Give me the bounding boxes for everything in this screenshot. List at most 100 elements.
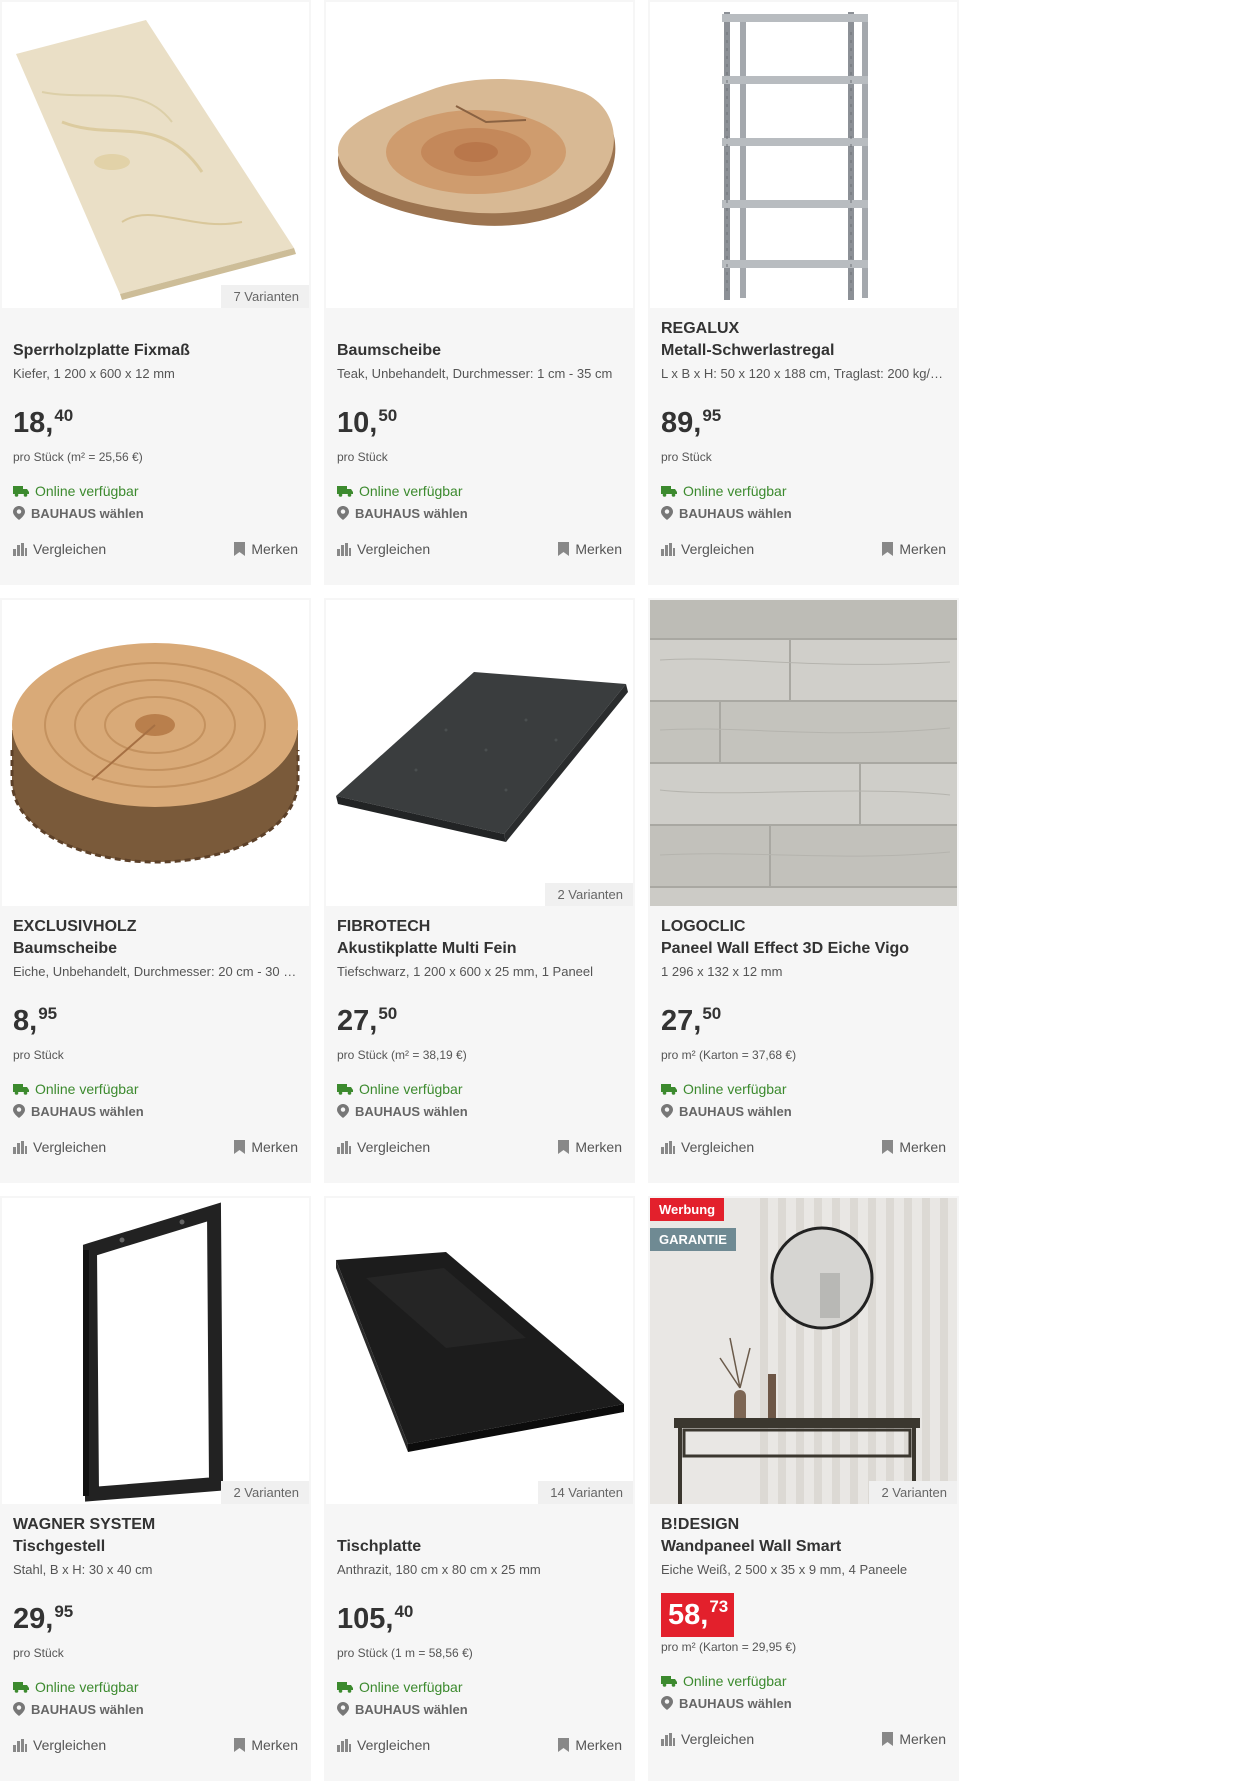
remember-label: Merken: [899, 541, 946, 557]
card-actions: Vergleichen Merken: [661, 539, 946, 559]
product-image[interactable]: 2 Varianten: [326, 600, 633, 906]
oak-slice-image: [10, 643, 300, 864]
product-card[interactable]: 14 Varianten Tischplatte Anthrazit, 180 …: [324, 1196, 635, 1781]
compare-button[interactable]: Vergleichen: [661, 1731, 754, 1747]
unit-price: pro m² (Karton = 37,68 €): [661, 1048, 797, 1062]
compare-button[interactable]: Vergleichen: [661, 1139, 754, 1155]
remember-button[interactable]: Merken: [882, 1139, 946, 1155]
store-select[interactable]: BAUHAUS wählen: [661, 1693, 946, 1713]
product-image[interactable]: 7 Varianten: [2, 2, 309, 308]
truck-icon: [661, 1084, 677, 1095]
product-image[interactable]: [2, 600, 309, 906]
store-select[interactable]: BAUHAUS wählen: [337, 1101, 622, 1121]
availability-online: Online verfügbar: [337, 1079, 622, 1099]
product-card[interactable]: REGALUX Metall-Schwerlastregal L x B x H…: [648, 0, 959, 585]
product-card[interactable]: 7 Varianten Sperrholzplatte Fixmaß Kiefe…: [0, 0, 311, 585]
product-card[interactable]: Baumscheibe Teak, Unbehandelt, Durchmess…: [324, 0, 635, 585]
product-card[interactable]: Werbung GARANTIE 2 Varianten B!DESIGN Wa…: [648, 1196, 959, 1781]
store-label: BAUHAUS wählen: [679, 1695, 792, 1711]
store-select[interactable]: BAUHAUS wählen: [13, 1101, 298, 1121]
product-brand: LOGOCLIC: [661, 918, 746, 935]
truck-icon: [337, 1682, 353, 1693]
compare-button[interactable]: Vergleichen: [337, 1737, 430, 1753]
remember-button[interactable]: Merken: [234, 1737, 298, 1753]
compare-button[interactable]: Vergleichen: [13, 541, 106, 557]
product-image[interactable]: 14 Varianten: [326, 1198, 633, 1504]
compare-label: Vergleichen: [33, 541, 107, 557]
remember-button[interactable]: Merken: [882, 1731, 946, 1747]
price-main: 8: [13, 1005, 30, 1037]
product-card[interactable]: LOGOCLIC Paneel Wall Effect 3D Eiche Vig…: [648, 598, 959, 1183]
availability-online: Online verfügbar: [337, 1677, 622, 1697]
product-image[interactable]: Werbung GARANTIE 2 Varianten: [650, 1198, 957, 1504]
price-main: 58: [668, 1599, 701, 1631]
bar-chart-icon: [13, 542, 27, 556]
compare-label: Vergleichen: [357, 1139, 431, 1155]
compare-button[interactable]: Vergleichen: [13, 1737, 106, 1753]
remember-button[interactable]: Merken: [558, 1737, 622, 1753]
product-name[interactable]: Paneel Wall Effect 3D Eiche Vigo: [661, 938, 946, 960]
product-name[interactable]: Baumscheibe: [337, 340, 622, 362]
compare-button[interactable]: Vergleichen: [13, 1139, 106, 1155]
store-select[interactable]: BAUHAUS wählen: [661, 503, 946, 523]
truck-icon: [13, 1084, 29, 1095]
card-actions: Vergleichen Merken: [661, 1137, 946, 1157]
bookmark-icon: [234, 1738, 246, 1752]
compare-label: Vergleichen: [681, 1139, 755, 1155]
remember-button[interactable]: Merken: [234, 1139, 298, 1155]
availability-online: Online verfügbar: [337, 481, 622, 501]
remember-label: Merken: [575, 1737, 622, 1753]
online-label: Online verfügbar: [359, 483, 463, 499]
store-select[interactable]: BAUHAUS wählen: [337, 1699, 622, 1719]
product-price: 27, 50: [661, 1004, 722, 1037]
unit-price: pro Stück (m² = 25,56 €): [13, 450, 143, 464]
price-main: 105: [337, 1603, 386, 1635]
store-select[interactable]: BAUHAUS wählen: [337, 503, 622, 523]
location-pin-icon: [13, 506, 25, 520]
price-cents: 40: [54, 406, 74, 425]
remember-button[interactable]: Merken: [558, 541, 622, 557]
store-select[interactable]: BAUHAUS wählen: [13, 503, 298, 523]
teak-slice-image: [337, 79, 616, 226]
bookmark-icon: [234, 1140, 246, 1154]
product-name[interactable]: Akustikplatte Multi Fein: [337, 938, 622, 960]
remember-button[interactable]: Merken: [558, 1139, 622, 1155]
product-name[interactable]: Tischgestell: [13, 1536, 298, 1558]
product-image[interactable]: [326, 2, 633, 308]
table-frame-image: [82, 1202, 224, 1502]
compare-label: Vergleichen: [33, 1139, 107, 1155]
variants-badge: 2 Varianten: [221, 1481, 309, 1504]
product-card[interactable]: EXCLUSIVHOLZ Baumscheibe Eiche, Unbehand…: [0, 598, 311, 1183]
product-name[interactable]: Wandpaneel Wall Smart: [661, 1536, 946, 1558]
remember-button[interactable]: Merken: [234, 541, 298, 557]
compare-button[interactable]: Vergleichen: [337, 1139, 430, 1155]
store-select[interactable]: BAUHAUS wählen: [13, 1699, 298, 1719]
metal-shelf-image: [722, 12, 868, 300]
truck-icon: [13, 1682, 29, 1693]
card-actions: Vergleichen Merken: [661, 1729, 946, 1749]
product-price: 18, 40: [13, 406, 74, 439]
price-cents: 95: [38, 1004, 58, 1023]
remember-label: Merken: [251, 541, 298, 557]
product-name[interactable]: Tischplatte: [337, 1536, 622, 1558]
product-name[interactable]: Metall-Schwerlastregal: [661, 340, 946, 362]
compare-button[interactable]: Vergleichen: [337, 541, 430, 557]
product-image[interactable]: 2 Varianten: [2, 1198, 309, 1504]
remember-label: Merken: [251, 1737, 298, 1753]
product-card[interactable]: 2 Varianten FIBROTECH Akustikplatte Mult…: [324, 598, 635, 1183]
availability-online: Online verfügbar: [13, 481, 298, 501]
product-image[interactable]: [650, 600, 957, 906]
store-label: BAUHAUS wählen: [31, 1103, 144, 1119]
product-image[interactable]: [650, 2, 957, 308]
product-price: 105, 40: [337, 1602, 414, 1635]
store-select[interactable]: BAUHAUS wählen: [661, 1101, 946, 1121]
price-cents: 40: [394, 1602, 414, 1621]
online-label: Online verfügbar: [359, 1081, 463, 1097]
product-name[interactable]: Baumscheibe: [13, 938, 298, 960]
product-card[interactable]: 2 Varianten WAGNER SYSTEM Tischgestell S…: [0, 1196, 311, 1781]
unit-price: pro m² (Karton = 29,95 €): [661, 1640, 797, 1654]
remember-button[interactable]: Merken: [882, 541, 946, 557]
compare-button[interactable]: Vergleichen: [661, 541, 754, 557]
product-name[interactable]: Sperrholzplatte Fixmaß: [13, 340, 298, 362]
bookmark-icon: [882, 542, 894, 556]
